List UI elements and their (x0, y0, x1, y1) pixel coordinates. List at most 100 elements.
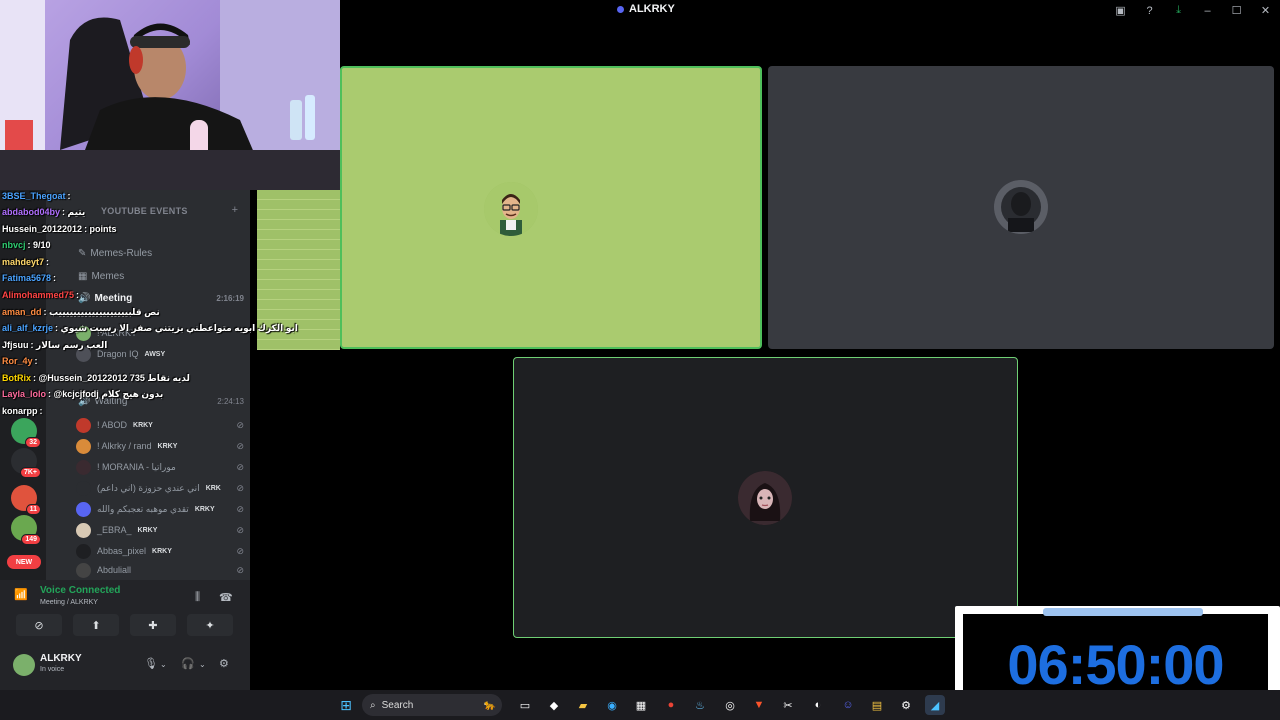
brave-icon[interactable]: ▼ (749, 695, 769, 715)
channel-list: YOUTUBE EVENTS + ✎ Memes-Rules ▦ Memes 🔊… (46, 190, 250, 580)
voice-member[interactable]: Abbas_pixel KRKY ⊘ (76, 541, 244, 561)
download-icon[interactable]: ⤓ (1164, 0, 1193, 21)
soundboard-button[interactable]: ✦ (187, 614, 233, 636)
close-icon[interactable]: ✕ (1251, 0, 1280, 21)
active-app-icon[interactable]: ◢ (925, 695, 945, 715)
screen-share-button[interactable]: ⬆ (73, 614, 119, 636)
voice-member[interactable]: ! Alkrky / rand KRKY ⊘ (76, 436, 244, 456)
screen-share-icon[interactable]: ▣ (1106, 0, 1135, 21)
avatar (76, 459, 91, 475)
taskbar: ⊞ ⌕ Search 🐆 ▭ ◆ ▰ ◉ ▦ ● ♨ ◎ ▼ ✂ ◐ ☺ ▤ ⚙… (0, 690, 1280, 720)
deafened-icon: ⊘ (236, 503, 244, 514)
server-icon-3[interactable]: 11 (11, 485, 41, 515)
search-highlight-icon: 🐆 (483, 699, 496, 711)
steam-icon[interactable]: ♨ (690, 695, 710, 715)
member-name: _EBRA_ (97, 525, 132, 535)
chat-message: mahdeyt7: (2, 257, 50, 267)
member-name: Abduliall (97, 565, 132, 575)
participant-avatar-1 (484, 182, 538, 236)
voice-panel: 📶 Voice Connected Meeting / ALKRKY ⫼ ☎ ⊘… (0, 580, 250, 690)
title-bar: ALKRKY ▣ ? ⤓ – ☐ ✕ (340, 0, 1280, 21)
chat-message: Ror_4y: (2, 356, 38, 366)
voice-member[interactable]: تقدي موهبه تعجبكم والله KRKY ⊘ (76, 499, 244, 519)
help-icon[interactable]: ? (1135, 0, 1164, 21)
disconnect-icon[interactable]: ☎ (219, 591, 233, 604)
deafened-icon: ⊘ (236, 524, 244, 535)
voice-location[interactable]: Meeting / ALKRKY (40, 599, 98, 606)
chat-message: Alimohammed75: (2, 290, 80, 300)
avatar (76, 480, 91, 496)
maximize-icon[interactable]: ☐ (1222, 0, 1251, 21)
voice-status[interactable]: Voice Connected (40, 585, 120, 596)
headphones-icon[interactable]: 🎧 (181, 657, 195, 670)
participant-tile-3[interactable] (513, 357, 1018, 638)
minimize-icon[interactable]: – (1193, 0, 1222, 21)
window-title: ALKRKY (617, 3, 675, 15)
edge-icon[interactable]: ◉ (602, 695, 622, 715)
user-name[interactable]: ALKRKY (40, 653, 82, 664)
new-badge[interactable]: NEW (7, 555, 41, 569)
capcut-icon[interactable]: ✂ (778, 695, 798, 715)
chevron-down-icon[interactable]: ⌄ (160, 660, 167, 669)
voice-member[interactable]: ! MORANIA - موراتيا ⊘ (76, 457, 244, 477)
settings-icon[interactable]: ⚙ (896, 695, 916, 715)
channel-memes[interactable]: ▦ Memes (78, 271, 124, 282)
chrome-icon[interactable]: ● (661, 695, 681, 715)
avatar[interactable] (13, 654, 35, 676)
user-panel: ALKRKY In voice 🎙 ⌄ 🎧 ⌄ ⚙ (0, 648, 250, 690)
user-status: In voice (40, 666, 65, 673)
member-tag: KRKY (137, 526, 158, 534)
signal-icon[interactable]: 📶 (14, 588, 28, 601)
chevron-down-icon[interactable]: ⌄ (199, 660, 206, 669)
voice-member[interactable]: (اني عندي حزوزة (اني داعم KRK ⊘ (76, 478, 244, 498)
taskbar-search[interactable]: ⌕ Search 🐆 (362, 694, 502, 716)
member-tag: KRKY (194, 505, 215, 513)
channel-memes-rules[interactable]: ✎ Memes-Rules (78, 248, 152, 259)
server-icon-4[interactable]: 149 (11, 515, 41, 545)
store-icon[interactable]: ▦ (631, 695, 651, 715)
gear-icon[interactable]: ⚙ (219, 657, 229, 670)
notification-badge: 149 (21, 534, 41, 545)
avatar (76, 543, 91, 559)
chat-message: Hussein_20122012: points (2, 224, 117, 234)
obs-icon[interactable]: ◎ (720, 695, 740, 715)
member-tag: KRKY (152, 547, 172, 555)
channel-timer: 2:24:13 (217, 397, 244, 406)
search-icon: ⌕ (370, 699, 376, 711)
participant-tile-2[interactable] (768, 66, 1274, 349)
voice-member[interactable]: ! ABOD KRKY ⊘ (76, 415, 244, 435)
notification-badge: 32 (25, 437, 41, 448)
chat-message: abdabod04by: يتيم (2, 207, 86, 217)
voice-member[interactable]: Abduliall ⊘ (76, 562, 244, 578)
windows-start-icon[interactable]: ⊞ (336, 695, 356, 715)
participant-tile-1[interactable] (340, 66, 762, 349)
activities-button[interactable]: ✚ (130, 614, 176, 636)
deafened-icon: ⊘ (236, 564, 244, 575)
copilot-icon[interactable]: ◆ (544, 695, 564, 715)
camera-off-button[interactable]: ⊘ (16, 614, 62, 636)
voice-member[interactable]: _EBRA_ KRKY ⊘ (76, 520, 244, 540)
task-view-icon[interactable]: ▭ (515, 695, 535, 715)
add-channel-icon[interactable]: + (232, 204, 238, 216)
member-name: تقدي موهبه تعجبكم والله (97, 503, 189, 514)
microphone-icon[interactable]: 🎙 (144, 657, 158, 670)
channel-meeting[interactable]: 🔊 Meeting 2:16:19 (78, 293, 244, 304)
discord-taskbar-icon[interactable]: ☺ (838, 695, 858, 715)
noise-suppression-icon[interactable]: ⫼ (195, 591, 200, 604)
deafened-icon: ⊘ (236, 461, 244, 472)
chat-message: ali_alf_kzrje: ابو الكرك ابويه متواعطني … (2, 323, 298, 333)
github-icon[interactable]: ◐ (808, 695, 828, 715)
member-name: ! ABOD (97, 420, 128, 430)
server-icon-2[interactable]: 7K+ (11, 448, 41, 478)
window-title-text: ALKRKY (629, 3, 675, 15)
file-explorer-icon[interactable]: ▰ (573, 695, 593, 715)
webcam-overlay (0, 0, 340, 190)
avatar (76, 501, 91, 517)
folder-icon[interactable]: ▤ (867, 695, 887, 715)
member-name: ! Alkrky / rand (97, 441, 152, 451)
chat-message: konarpp: (2, 406, 43, 416)
notification-badge: 11 (25, 504, 41, 515)
server-icon-1[interactable]: 32 (11, 418, 41, 448)
member-name: ! MORANIA - موراتيا (97, 461, 176, 472)
category-header[interactable]: YOUTUBE EVENTS (101, 206, 188, 216)
